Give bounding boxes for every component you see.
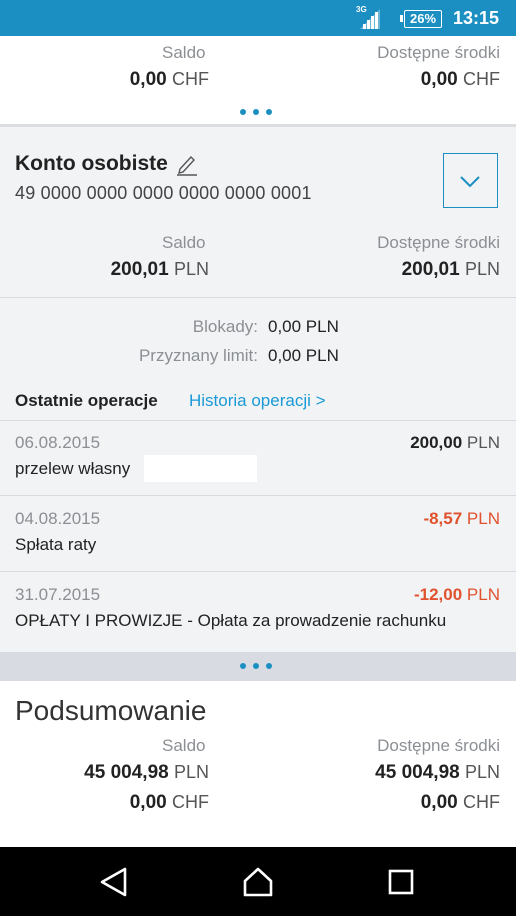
home-icon[interactable] xyxy=(241,865,275,899)
card-separator xyxy=(0,124,516,127)
account-dropdown-button[interactable] xyxy=(443,153,498,208)
history-link[interactable]: Historia operacji > xyxy=(189,391,326,411)
available-label: Dostępne środki xyxy=(377,233,500,252)
operation-date: 04.08.2015 xyxy=(15,509,101,528)
limit-label: Przyznany limit: xyxy=(138,346,258,365)
account-number: 49 0000 0000 0000 0000 0000 0001 xyxy=(15,183,312,203)
operation-amount: -12,00 PLN xyxy=(414,585,500,605)
divider xyxy=(0,571,516,572)
operation-currency: PLN xyxy=(466,433,500,452)
more-dots[interactable] xyxy=(240,663,272,669)
operation-amount-value: 200,00 xyxy=(410,433,463,452)
navigation-bar xyxy=(0,847,516,916)
account-card-pln: Konto osobiste 49 0000 0000 0000 0000 00… xyxy=(0,138,516,652)
balance-amount: 200,01 xyxy=(110,259,169,280)
limit-value: 0,00 PLN xyxy=(268,346,339,365)
battery-icon: 26% xyxy=(400,10,442,28)
summary-balance-pln: 45 004,98 PLN xyxy=(84,762,209,784)
operation-description: Spłata raty xyxy=(15,535,97,554)
available-value: 200,01 PLN xyxy=(402,259,500,281)
more-dots[interactable] xyxy=(240,109,272,115)
available-currency: CHF xyxy=(463,792,500,812)
balance-label: Saldo xyxy=(162,736,206,755)
blocks-value: 0,00 PLN xyxy=(268,317,339,336)
balance-currency: PLN xyxy=(173,762,209,782)
operation-date: 31.07.2015 xyxy=(15,585,101,604)
operation-amount: -8,57 PLN xyxy=(423,509,500,529)
available-label: Dostępne środki xyxy=(377,43,500,62)
balance-value: 200,01 PLN xyxy=(111,259,209,281)
balance-currency: CHF xyxy=(172,69,209,89)
available-currency: PLN xyxy=(464,259,500,279)
available-label: Dostępne środki xyxy=(377,736,500,755)
recents-icon[interactable] xyxy=(384,865,418,899)
summary-title: Podsumowanie xyxy=(15,695,207,726)
recent-operations-label: Ostatnie operacje xyxy=(15,391,158,410)
summary-section: Podsumowanie Saldo Dostępne środki 45 00… xyxy=(0,681,516,847)
balance-label: Saldo xyxy=(162,233,206,252)
available-amount: 200,01 xyxy=(401,259,460,280)
account-card-chf[interactable]: Saldo 0,00 CHF Dostępne środki 0,00 CHF xyxy=(0,36,516,124)
operation-amount-value: -12,00 xyxy=(413,585,463,604)
blocks-label: Blokady: xyxy=(192,317,258,336)
account-name: Konto osobiste xyxy=(15,152,168,175)
operation-currency: PLN xyxy=(466,509,500,528)
summary-available-pln: 45 004,98 PLN xyxy=(375,762,500,784)
summary-balance-chf: 0,00 CHF xyxy=(130,792,209,814)
edit-icon[interactable] xyxy=(176,152,198,176)
status-bar: 3G 26% 13:15 xyxy=(0,0,516,36)
available-value: 0,00 CHF xyxy=(421,69,500,91)
operation-description: OPŁATY I PROWIZJE - Opłata za prowadzeni… xyxy=(15,611,447,630)
operation-description: przelew własny xyxy=(15,459,131,478)
operation-amount: 200,00 PLN xyxy=(410,433,500,453)
redacted-block xyxy=(144,455,257,482)
balance-amount: 0,00 xyxy=(129,69,167,90)
back-icon[interactable] xyxy=(97,865,131,899)
available-amount: 0,00 xyxy=(420,792,458,813)
operation-date: 06.08.2015 xyxy=(15,433,101,452)
divider xyxy=(0,297,516,298)
available-currency: CHF xyxy=(463,69,500,89)
chevron-down-icon xyxy=(460,176,480,188)
summary-available-chf: 0,00 CHF xyxy=(421,792,500,814)
clock: 13:15 xyxy=(453,8,500,28)
divider xyxy=(0,495,516,496)
available-currency: PLN xyxy=(464,762,500,782)
balance-currency: CHF xyxy=(172,792,209,812)
balance-amount: 0,00 xyxy=(129,792,167,813)
operation-currency: PLN xyxy=(466,585,500,604)
balance-value: 0,00 CHF xyxy=(130,69,209,91)
divider xyxy=(0,420,516,421)
balance-label: Saldo xyxy=(162,43,206,62)
available-amount: 0,00 xyxy=(420,69,458,90)
accounts-pager[interactable] xyxy=(0,652,516,681)
operation-amount-value: -8,57 xyxy=(423,509,463,528)
battery-level: 26% xyxy=(409,11,437,26)
available-amount: 45 004,98 xyxy=(375,762,460,783)
balance-amount: 45 004,98 xyxy=(84,762,169,783)
balance-currency: PLN xyxy=(173,259,209,279)
